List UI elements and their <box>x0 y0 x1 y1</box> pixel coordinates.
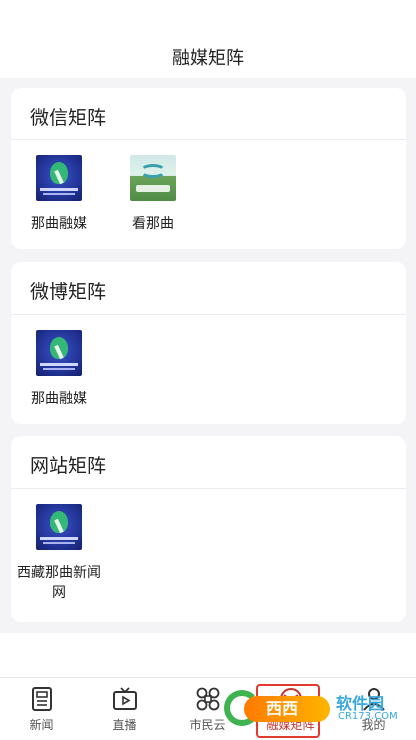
tab-label: 我的 <box>361 718 386 732</box>
kan-naqu-logo <box>130 155 176 201</box>
divider <box>11 314 406 315</box>
divider <box>11 139 406 140</box>
item-label-line2: 网 <box>52 585 66 601</box>
tab-media-matrix[interactable]: 融媒矩阵 <box>249 678 332 740</box>
matrix-icon <box>279 688 302 710</box>
tab-live[interactable]: 直播 <box>83 678 166 740</box>
tab-mine[interactable]: 我的 <box>332 678 415 740</box>
weibo-matrix-card: 微博矩阵 那曲融媒 <box>11 262 406 424</box>
divider <box>11 488 406 489</box>
tab-citizen-cloud[interactable]: 市民云 <box>166 678 249 740</box>
matrix-item-naqu-media[interactable]: 那曲融媒 <box>13 330 105 409</box>
bottom-tab-bar: 新闻 直播 市民云 融媒矩阵 我的 <box>0 677 416 740</box>
matrix-item-naqu-news-site[interactable]: 西藏那曲新闻 网 <box>13 504 105 603</box>
tab-label: 融媒矩阵 <box>266 718 315 732</box>
tab-label: 市民云 <box>189 718 226 732</box>
tv-play-icon <box>112 687 137 710</box>
person-icon <box>362 688 385 711</box>
matrix-item-naqu-media[interactable]: 那曲融媒 <box>13 155 105 234</box>
item-label-line1: 西藏那曲新闻 <box>17 565 101 581</box>
tab-label: 新闻 <box>29 718 54 732</box>
tab-news[interactable]: 新闻 <box>0 678 83 740</box>
matrix-content: 微信矩阵 那曲融媒 看那曲 微博矩阵 那曲融媒 网站矩阵 西藏那曲新闻 网 <box>0 78 416 633</box>
section-title: 网站矩阵 <box>30 455 107 477</box>
item-label: 那曲融媒 <box>31 391 87 407</box>
tab-label: 直播 <box>112 718 137 732</box>
command-icon <box>196 687 219 711</box>
top-header: 融媒矩阵 <box>0 0 416 78</box>
wechat-matrix-card: 微信矩阵 那曲融媒 看那曲 <box>11 88 406 249</box>
page-title: 融媒矩阵 <box>172 48 244 69</box>
naqu-media-logo <box>36 155 82 201</box>
item-label: 那曲融媒 <box>31 216 87 232</box>
website-matrix-card: 网站矩阵 西藏那曲新闻 网 <box>11 436 406 622</box>
naqu-media-logo <box>36 330 82 376</box>
matrix-item-kan-naqu[interactable]: 看那曲 <box>107 155 199 234</box>
newspaper-icon <box>31 687 52 711</box>
section-title: 微信矩阵 <box>30 107 107 129</box>
item-label: 看那曲 <box>132 216 174 232</box>
naqu-media-logo <box>36 504 82 550</box>
section-title: 微博矩阵 <box>30 281 107 303</box>
item-label: 西藏那曲新闻 网 <box>13 563 105 603</box>
